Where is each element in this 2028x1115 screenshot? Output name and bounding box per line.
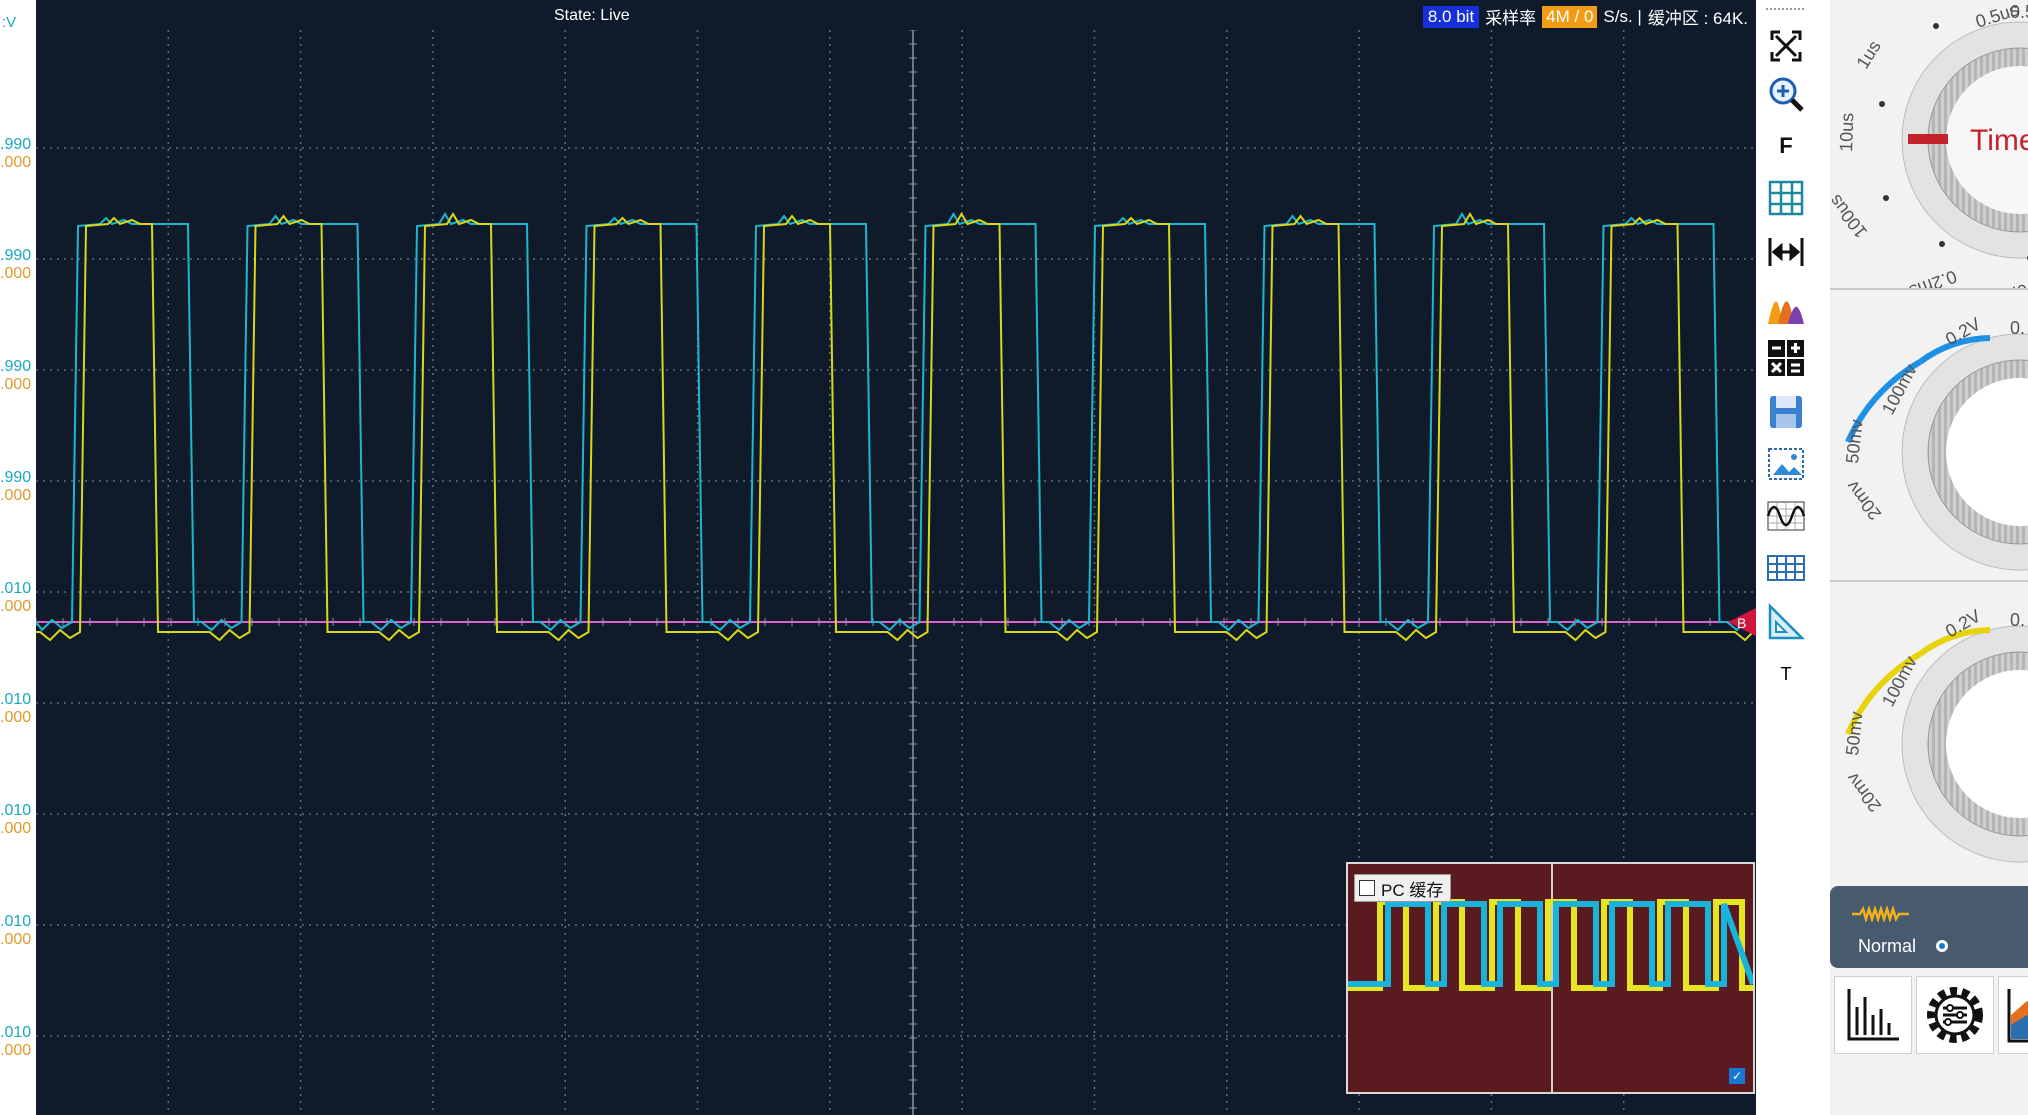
fft-text-icon[interactable]: F bbox=[1762, 124, 1810, 168]
axis-label: .990.000 bbox=[0, 469, 32, 504]
oscilloscope-display[interactable]: State: Live 8.0 bit 采样率 4M / 0 S/s. | 缓冲… bbox=[36, 0, 1756, 1115]
axis-label: .010.000 bbox=[0, 580, 32, 615]
time-label-10us: 10us bbox=[1836, 112, 1857, 152]
sample-rate-value[interactable]: 4M / 0 bbox=[1542, 5, 1598, 28]
fit-screen-icon bbox=[1770, 30, 1802, 62]
timebase-dial-text: Time bbox=[1970, 124, 2028, 157]
trigger-marker-label: B bbox=[1737, 615, 1746, 631]
timebase-knob-panel[interactable]: Time 0.5us 1us 10us 100us 0.2ms 0.5ms 0.… bbox=[1830, 0, 2028, 310]
settings-gear-icon bbox=[1927, 987, 1983, 1043]
sample-rate-info: 8.0 bit 采样率 4M / 0 S/s. | 缓冲区 : 64K. bbox=[1422, 4, 1748, 29]
histogram-icon bbox=[1847, 989, 1899, 1041]
math-icon bbox=[1768, 340, 1804, 376]
ruler-button[interactable] bbox=[1762, 600, 1810, 644]
channel-2-volts-knob[interactable]: 0.2V 100mv 50mv 20mv 0. bbox=[1830, 584, 2028, 874]
area-chart-button[interactable] bbox=[1998, 976, 2028, 1054]
axis-label: .990.000 bbox=[0, 358, 32, 393]
time-label-1us: 1us bbox=[1852, 37, 1884, 72]
grid-icon bbox=[1768, 180, 1804, 216]
ch2-label-20mv: 20mv bbox=[1842, 769, 1885, 816]
channel-2-trace bbox=[36, 212, 1756, 642]
channel-1-trace bbox=[36, 212, 1756, 632]
trigger-mode-label: Normal bbox=[1858, 936, 1917, 956]
grid-button[interactable] bbox=[1762, 176, 1810, 220]
axis-label: .010.000 bbox=[0, 802, 32, 837]
histogram-button[interactable] bbox=[1834, 976, 1912, 1054]
axis-label: .010.000 bbox=[0, 913, 32, 948]
ch1-label-top: 0. bbox=[2010, 318, 2025, 338]
waveform-button[interactable] bbox=[1762, 494, 1810, 538]
ch2-label-top: 0. bbox=[2010, 610, 2025, 630]
checkbox-box[interactable] bbox=[1359, 880, 1375, 896]
pc-cache-label: PC 缓存 bbox=[1381, 880, 1444, 900]
fit-screen-button[interactable] bbox=[1762, 24, 1810, 68]
trigger-wave-icon bbox=[1852, 906, 1909, 922]
zoom-in-button[interactable] bbox=[1762, 72, 1810, 116]
screenshot-icon bbox=[1768, 448, 1804, 480]
vertical-toolbar: F T bbox=[1756, 0, 1816, 1115]
measure-horizontal-button[interactable] bbox=[1762, 230, 1810, 274]
axis-label: .990.000 bbox=[0, 247, 32, 282]
math-button[interactable] bbox=[1762, 336, 1810, 380]
control-panel: Time 0.5us 1us 10us 100us 0.2ms 0.5ms 0.… bbox=[1830, 0, 2028, 1115]
overview-channel-2-trace bbox=[1348, 899, 1753, 991]
table-button[interactable] bbox=[1762, 546, 1810, 590]
save-button[interactable] bbox=[1762, 390, 1810, 434]
screenshot-button[interactable] bbox=[1762, 442, 1810, 486]
zoom-in-icon bbox=[1769, 77, 1804, 112]
axis-label: .010.000 bbox=[0, 691, 32, 726]
time-label-0.2ms: 0.2ms bbox=[1907, 266, 1960, 290]
waveform-icon bbox=[1766, 501, 1806, 531]
ch1-label-50mv: 50mv bbox=[1842, 419, 1866, 465]
y-axis-labels: :V .990.000 .990.000 .990.000 .990.000 .… bbox=[0, 0, 36, 1115]
sample-rate-unit: S/s. | bbox=[1603, 6, 1642, 26]
measure-horizontal-icon bbox=[1768, 238, 1804, 266]
table-icon bbox=[1767, 555, 1805, 581]
spectrum-icon bbox=[1768, 301, 1804, 324]
bit-depth-badge: 8.0 bit bbox=[1422, 5, 1480, 28]
time-label-top: 0.5 bbox=[2010, 2, 2028, 22]
axis-label: .990.000 bbox=[0, 136, 32, 171]
save-icon bbox=[1770, 396, 1802, 428]
overview-enabled-checkbox[interactable]: ✓ bbox=[1729, 1068, 1745, 1084]
settings-button[interactable] bbox=[1916, 976, 1994, 1054]
channel-1-volts-knob[interactable]: 0.2V 100mv 50mv 20mv 0. bbox=[1830, 292, 2028, 582]
axis-label: .010.000 bbox=[0, 1024, 32, 1059]
buffer-size: 缓冲区 : 64K. bbox=[1647, 9, 1748, 28]
text-tool-button[interactable]: T bbox=[1762, 652, 1810, 696]
ruler-icon bbox=[1768, 602, 1806, 640]
scope-status-bar: State: Live 8.0 bit 采样率 4M / 0 S/s. | 缓冲… bbox=[36, 0, 1756, 30]
trigger-mode-indicator bbox=[1936, 940, 1948, 952]
spectrum-button[interactable] bbox=[1762, 284, 1810, 328]
acquisition-state: State: Live bbox=[554, 7, 630, 24]
time-label-100us: 100us bbox=[1830, 191, 1871, 242]
axis-unit-label: :V bbox=[2, 14, 17, 31]
toolbar-grip[interactable] bbox=[1766, 8, 1804, 10]
pc-cache-checkbox[interactable]: PC 缓存 bbox=[1354, 874, 1452, 902]
area-chart-icon bbox=[2007, 989, 2028, 1043]
sample-rate-label: 采样率 bbox=[1485, 9, 1537, 28]
trigger-mode-button[interactable]: Normal bbox=[1830, 886, 2028, 968]
ch2-label-50mv: 50mv bbox=[1842, 711, 1866, 757]
ch1-label-20mv: 20mv bbox=[1842, 477, 1885, 524]
overview-window[interactable]: PC 缓存 ✓ bbox=[1346, 862, 1755, 1094]
